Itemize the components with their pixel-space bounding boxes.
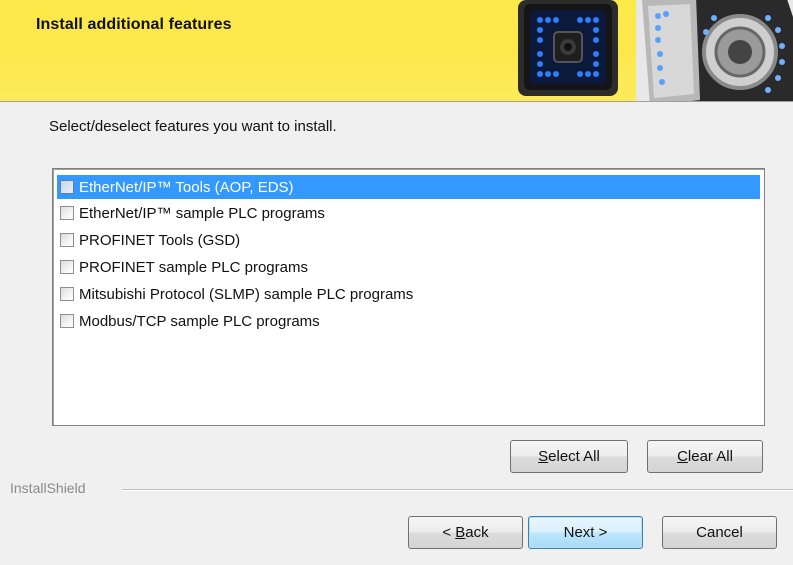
- feature-label: EtherNet/IP™ sample PLC programs: [79, 204, 325, 222]
- clear-all-label-rest: lear All: [687, 448, 733, 465]
- feature-item-slmp-samples[interactable]: Mitsubishi Protocol (SLMP) sample PLC pr…: [57, 282, 760, 306]
- feature-item-modbus-samples[interactable]: Modbus/TCP sample PLC programs: [57, 309, 760, 333]
- install-features-dialog: Install additional features Select/desel…: [0, 0, 793, 565]
- feature-item-ethernetip-tools[interactable]: EtherNet/IP™ Tools (AOP, EDS): [57, 175, 760, 199]
- instruction-text: Select/deselect features you want to ins…: [49, 118, 337, 135]
- back-label-prefix: <: [442, 524, 456, 541]
- select-all-label-rest: elect All: [548, 448, 600, 465]
- feature-item-ethernetip-samples[interactable]: EtherNet/IP™ sample PLC programs: [57, 201, 760, 225]
- back-button[interactable]: < Back: [408, 516, 523, 549]
- page-title: Install additional features: [36, 16, 232, 33]
- feature-checkbox[interactable]: [60, 206, 74, 220]
- feature-label: EtherNet/IP™ Tools (AOP, EDS): [79, 178, 294, 196]
- select-all-button[interactable]: Select All: [510, 440, 628, 473]
- footer-divider: [122, 489, 793, 491]
- feature-checkbox[interactable]: [60, 233, 74, 247]
- back-label-rest: ack: [465, 524, 489, 541]
- clear-all-mnemonic: C: [677, 448, 688, 465]
- header-banner: Install additional features: [0, 0, 793, 102]
- camera-angle-image: [636, 0, 793, 101]
- feature-label: PROFINET Tools (GSD): [79, 231, 241, 249]
- feature-label: Mitsubishi Protocol (SLMP) sample PLC pr…: [79, 285, 414, 303]
- cancel-button[interactable]: Cancel: [662, 516, 777, 549]
- feature-checkbox[interactable]: [60, 180, 74, 194]
- feature-checkbox[interactable]: [60, 287, 74, 301]
- feature-checkbox[interactable]: [60, 260, 74, 274]
- feature-label: PROFINET sample PLC programs: [79, 258, 308, 276]
- back-mnemonic: B: [455, 524, 466, 541]
- next-button[interactable]: Next >: [528, 516, 643, 549]
- select-all-mnemonic: S: [538, 448, 549, 465]
- camera-front-image: [518, 0, 618, 96]
- feature-checkbox[interactable]: [60, 314, 74, 328]
- clear-all-button[interactable]: Clear All: [647, 440, 763, 473]
- feature-list[interactable]: EtherNet/IP™ Tools (AOP, EDS) EtherNet/I…: [52, 168, 765, 426]
- feature-item-profinet-tools[interactable]: PROFINET Tools (GSD): [57, 228, 760, 252]
- feature-label: Modbus/TCP sample PLC programs: [79, 312, 320, 330]
- installshield-label: InstallShield: [10, 480, 86, 496]
- feature-item-profinet-samples[interactable]: PROFINET sample PLC programs: [57, 255, 760, 279]
